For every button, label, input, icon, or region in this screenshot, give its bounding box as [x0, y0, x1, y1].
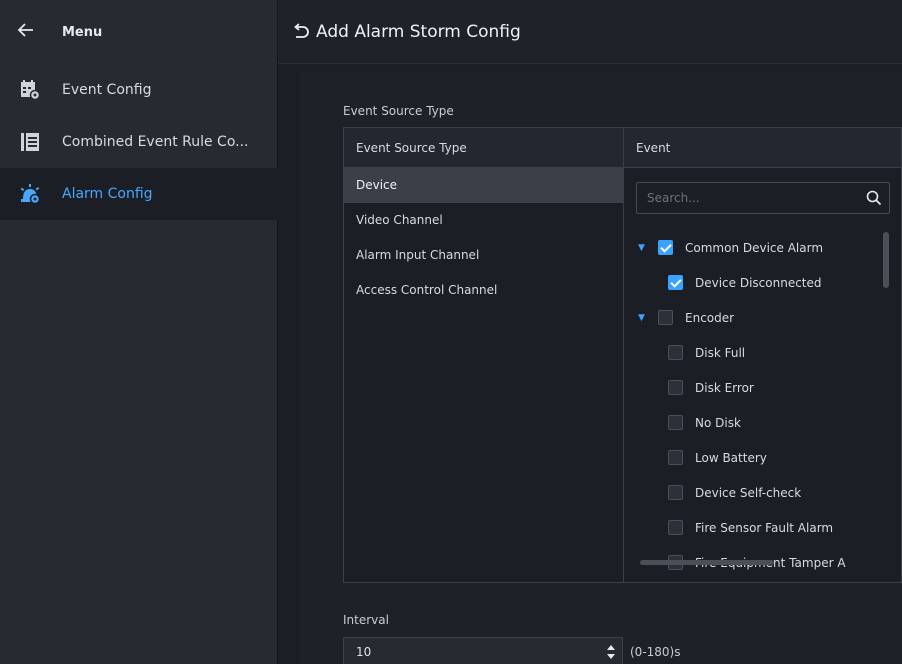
event-tree: ▼ Common Device Alarm Device Disconnecte…	[638, 230, 878, 580]
tree-node-label: Disk Error	[695, 380, 754, 395]
sidebar-item-label: Event Config	[62, 82, 152, 98]
sidebar-item-alarm-config[interactable]: Alarm Config	[0, 168, 278, 220]
source-type-device[interactable]: Device	[344, 168, 623, 203]
tree-node-device-disconnected: Device Disconnected	[638, 265, 878, 300]
tree-node-no-disk: No Disk	[638, 405, 878, 440]
menu-header: Menu	[0, 0, 277, 64]
tree-node-label: Low Battery	[695, 450, 767, 465]
checkbox[interactable]	[668, 485, 683, 500]
checkbox[interactable]	[668, 345, 683, 360]
tree-node-disk-full: Disk Full	[638, 335, 878, 370]
tree-node-label: Common Device Alarm	[685, 240, 824, 255]
checkbox[interactable]	[658, 240, 673, 255]
tree-node-label: Device Disconnected	[695, 275, 822, 290]
spinner-arrows-icon[interactable]	[606, 644, 616, 660]
page-title: Add Alarm Storm Config	[316, 21, 521, 42]
event-search-box	[636, 182, 890, 214]
event-search-input[interactable]	[637, 183, 857, 213]
page-header: Add Alarm Storm Config	[278, 0, 902, 64]
tree-node-low-battery: Low Battery	[638, 440, 878, 475]
event-column-header: Event	[624, 128, 901, 168]
tree-node-label: Fire Sensor Fault Alarm	[695, 520, 834, 535]
vertical-scrollbar[interactable]	[883, 232, 889, 288]
checkbox[interactable]	[668, 520, 683, 535]
source-type-video-channel[interactable]: Video Channel	[344, 203, 623, 238]
event-source-section-label: Event Source Type	[343, 104, 454, 118]
tree-node-encoder: ▼ Encoder	[638, 300, 878, 335]
expand-caret-icon[interactable]: ▼	[638, 313, 650, 323]
checkbox[interactable]	[668, 450, 683, 465]
tree-node-fire-sensor-fault-alarm: Fire Sensor Fault Alarm	[638, 510, 878, 545]
menu-title: Menu	[62, 24, 103, 40]
tree-node-label: No Disk	[695, 415, 741, 430]
interval-range-hint: (0-180)s	[630, 645, 681, 659]
checkbox[interactable]	[668, 275, 683, 290]
combined-rule-icon	[16, 128, 44, 156]
sidebar-item-combined-event-rule[interactable]: Combined Event Rule Co...	[0, 116, 278, 168]
sidebar-item-event-config[interactable]: Event Config	[0, 64, 278, 116]
tree-node-label: Disk Full	[695, 345, 746, 360]
sidebar-item-label: Combined Event Rule Co...	[62, 134, 249, 150]
event-source-panel: Event Source Type Device Video Channel A…	[343, 127, 902, 583]
tree-node-label: Encoder	[685, 310, 735, 325]
source-type-column: Event Source Type Device Video Channel A…	[344, 128, 624, 582]
expand-caret-icon[interactable]: ▼	[638, 243, 650, 253]
undo-icon[interactable]	[292, 22, 310, 41]
arrow-left-icon[interactable]	[16, 20, 40, 44]
tree-node-device-self-check: Device Self-check	[638, 475, 878, 510]
event-column: Event ▼ Common Device Alarm Device Disco…	[624, 128, 901, 582]
interval-input[interactable]	[344, 638, 584, 664]
checkbox[interactable]	[658, 310, 673, 325]
source-type-column-header: Event Source Type	[344, 128, 623, 168]
alarm-config-icon	[16, 180, 44, 208]
checkbox[interactable]	[668, 415, 683, 430]
checkbox[interactable]	[668, 380, 683, 395]
search-icon[interactable]	[865, 189, 883, 207]
event-config-icon	[16, 76, 44, 104]
interval-label: Interval	[343, 613, 389, 627]
sidebar: Menu Event Config Combined Event Rule Co…	[0, 0, 278, 664]
interval-stepper	[343, 637, 623, 664]
source-type-alarm-input-channel[interactable]: Alarm Input Channel	[344, 238, 623, 273]
source-type-access-control-channel[interactable]: Access Control Channel	[344, 273, 623, 308]
tree-node-label: Device Self-check	[695, 485, 802, 500]
sidebar-item-label: Alarm Config	[62, 186, 153, 202]
tree-node-disk-error: Disk Error	[638, 370, 878, 405]
tree-node-common-device-alarm: ▼ Common Device Alarm	[638, 230, 878, 265]
horizontal-scrollbar[interactable]	[640, 560, 774, 565]
